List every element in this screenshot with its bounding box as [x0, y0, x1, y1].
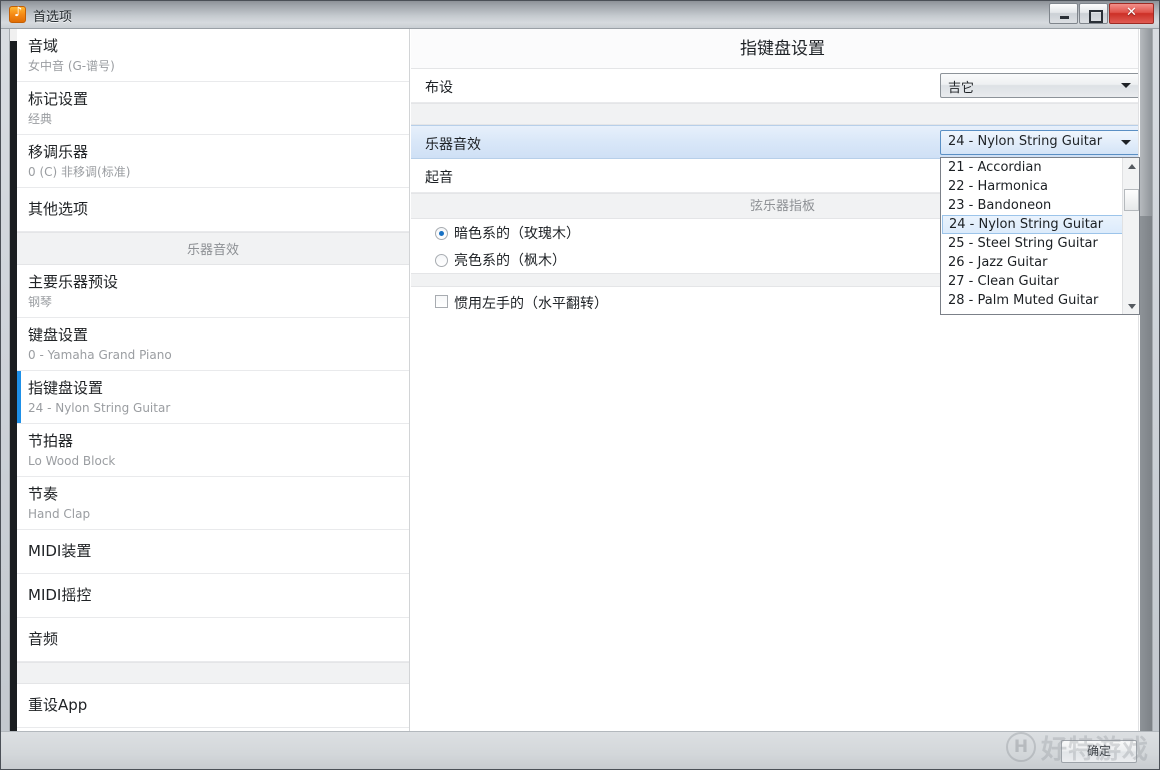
layout-label: 布设	[425, 80, 453, 96]
sidebar-item-title: 标记设置	[28, 90, 89, 108]
sidebar-item-subtitle: Lo Wood Block	[28, 454, 116, 468]
instrument-sound-select[interactable]: 24 - Nylon String Guitar	[940, 130, 1140, 155]
instrument-sound-label: 乐器音效	[425, 137, 481, 153]
radio-dark[interactable]	[435, 227, 448, 240]
chevron-down-icon	[1121, 140, 1131, 145]
dropdown-option[interactable]: 22 - Harmonica	[941, 177, 1139, 196]
sidebar-item-subtitle: 0 (C) 非移调(标准)	[28, 165, 131, 179]
instrument-sound-select-value: 24 - Nylon String Guitar	[948, 134, 1103, 149]
dropdown-option[interactable]: 28 - Palm Muted Guitar	[941, 291, 1139, 310]
scroll-up-arrow-icon[interactable]	[1123, 158, 1139, 174]
sidebar-item-fretboard-settings[interactable]: 指键盘设置 24 - Nylon String Guitar	[17, 371, 409, 424]
dropdown-option[interactable]: 25 - Steel String Guitar	[941, 234, 1139, 253]
sidebar-item-subtitle: 经典	[28, 112, 53, 126]
watermark-logo: H	[1005, 732, 1036, 762]
sidebar-item-title: 音频	[28, 630, 59, 648]
sidebar-item-title: 音域	[28, 37, 59, 55]
section-divider-1	[411, 103, 1152, 125]
dropdown-option[interactable]: 23 - Bandoneon	[941, 196, 1139, 215]
sidebar-item-subtitle: 24 - Nylon String Guitar	[28, 401, 171, 415]
layout-row: 布设 吉它	[411, 69, 1152, 103]
preferences-window: 首选项 ✕ 音域 女中音 (G-谱号) 标记设置 经典 移调	[0, 0, 1160, 770]
window-footer: 确定 H 好特游戏	[1, 731, 1159, 769]
sidebar-item-midi-device[interactable]: MIDI装置	[17, 530, 409, 574]
sidebar-divider	[17, 662, 409, 684]
instrument-sound-dropdown-list[interactable]: 21 - Accordian 22 - Harmonica 23 - Bando…	[940, 157, 1140, 315]
sidebar-item-title: 其他选项	[28, 200, 89, 218]
dropdown-scrollbar[interactable]	[1122, 158, 1139, 314]
radio-light-label: 亮色系的（枫木）	[454, 253, 566, 269]
checkbox-left-handed-label: 惯用左手的（水平翻转）	[454, 296, 608, 312]
radio-light[interactable]	[435, 254, 448, 267]
settings-sidebar: 音域 女中音 (G-谱号) 标记设置 经典 移调乐器 0 (C) 非移调(标准)…	[17, 29, 410, 732]
sidebar-item-transposing[interactable]: 移调乐器 0 (C) 非移调(标准)	[17, 135, 409, 188]
sidebar-item-main-instrument-preset[interactable]: 主要乐器预设 钢琴	[17, 265, 409, 318]
sidebar-item-title: MIDI摇控	[28, 586, 92, 604]
sidebar-item-title: 主要乐器预设	[28, 273, 119, 291]
detail-pane-scrollbar-track[interactable]	[1140, 216, 1152, 732]
app-music-icon	[9, 5, 26, 23]
attack-label: 起音	[425, 170, 453, 186]
close-button[interactable]: ✕	[1109, 3, 1154, 24]
page-title: 指键盘设置	[411, 29, 1152, 69]
sidebar-item-keyboard-settings[interactable]: 键盘设置 0 - Yamaha Grand Piano	[17, 318, 409, 371]
sidebar-scrollbar[interactable]	[10, 29, 17, 732]
layout-select-value: 吉它	[948, 81, 975, 96]
sidebar-item-other-options[interactable]: 其他选项	[17, 188, 409, 232]
dropdown-scrollbar-thumb[interactable]	[1124, 189, 1139, 211]
sidebar-item-subtitle: Hand Clap	[28, 507, 91, 521]
sidebar-item-title: 节奏	[28, 485, 59, 503]
minimize-button[interactable]	[1049, 3, 1078, 24]
sidebar-item-title: 指键盘设置	[28, 379, 104, 397]
maximize-button[interactable]	[1079, 3, 1108, 24]
title-bar: 首选项 ✕	[1, 1, 1159, 29]
scroll-down-arrow-icon[interactable]	[1123, 298, 1139, 314]
detail-pane-scrollbar[interactable]	[1138, 29, 1152, 732]
detail-pane-scrollbar-thumb[interactable]	[1140, 29, 1152, 216]
layout-select[interactable]: 吉它	[940, 73, 1140, 98]
sidebar-item-subtitle: 女中音 (G-谱号)	[28, 59, 115, 73]
sidebar-item-reset-app[interactable]: 重设App	[17, 684, 409, 728]
sidebar-item-title: 移调乐器	[28, 143, 89, 161]
close-icon: ✕	[1126, 5, 1137, 20]
dropdown-option-selected[interactable]: 24 - Nylon String Guitar	[942, 215, 1138, 234]
sidebar-item-subtitle: 0 - Yamaha Grand Piano	[28, 348, 172, 362]
dropdown-option[interactable]: 26 - Jazz Guitar	[941, 253, 1139, 272]
chevron-down-icon	[1121, 83, 1131, 88]
settings-detail-pane: 指键盘设置 布设 吉它 乐器音效 24 - Nylon String Guita…	[411, 29, 1152, 732]
sidebar-item-title: 重设App	[28, 696, 88, 714]
sidebar-item-title: MIDI装置	[28, 542, 92, 560]
sidebar-item-title: 节拍器	[28, 432, 74, 450]
window-title: 首选项	[33, 10, 73, 25]
sidebar-item-audio[interactable]: 音频	[17, 618, 409, 662]
sidebar-item-midi-remote[interactable]: MIDI摇控	[17, 574, 409, 618]
ok-button[interactable]: 确定	[1061, 740, 1137, 763]
sidebar-section-instrument-sounds: 乐器音效	[17, 232, 409, 265]
checkbox-left-handed[interactable]	[435, 295, 448, 308]
dropdown-option[interactable]: 27 - Clean Guitar	[941, 272, 1139, 291]
sidebar-scrollbar-thumb[interactable]	[10, 41, 17, 732]
sidebar-item-rhythm[interactable]: 节奏 Hand Clap	[17, 477, 409, 530]
sidebar-item-range[interactable]: 音域 女中音 (G-谱号)	[17, 29, 409, 82]
dropdown-option[interactable]: 21 - Accordian	[941, 158, 1139, 177]
instrument-sound-row[interactable]: 乐器音效 24 - Nylon String Guitar 21 - Accor…	[411, 125, 1152, 315]
content-area: 音域 女中音 (G-谱号) 标记设置 经典 移调乐器 0 (C) 非移调(标准)…	[9, 29, 1153, 733]
sidebar-item-notation[interactable]: 标记设置 经典	[17, 82, 409, 135]
sidebar-item-title: 键盘设置	[28, 326, 89, 344]
radio-dark-label: 暗色系的（玫瑰木）	[454, 226, 580, 242]
sidebar-item-metronome[interactable]: 节拍器 Lo Wood Block	[17, 424, 409, 477]
sidebar-item-subtitle: 钢琴	[28, 295, 53, 309]
